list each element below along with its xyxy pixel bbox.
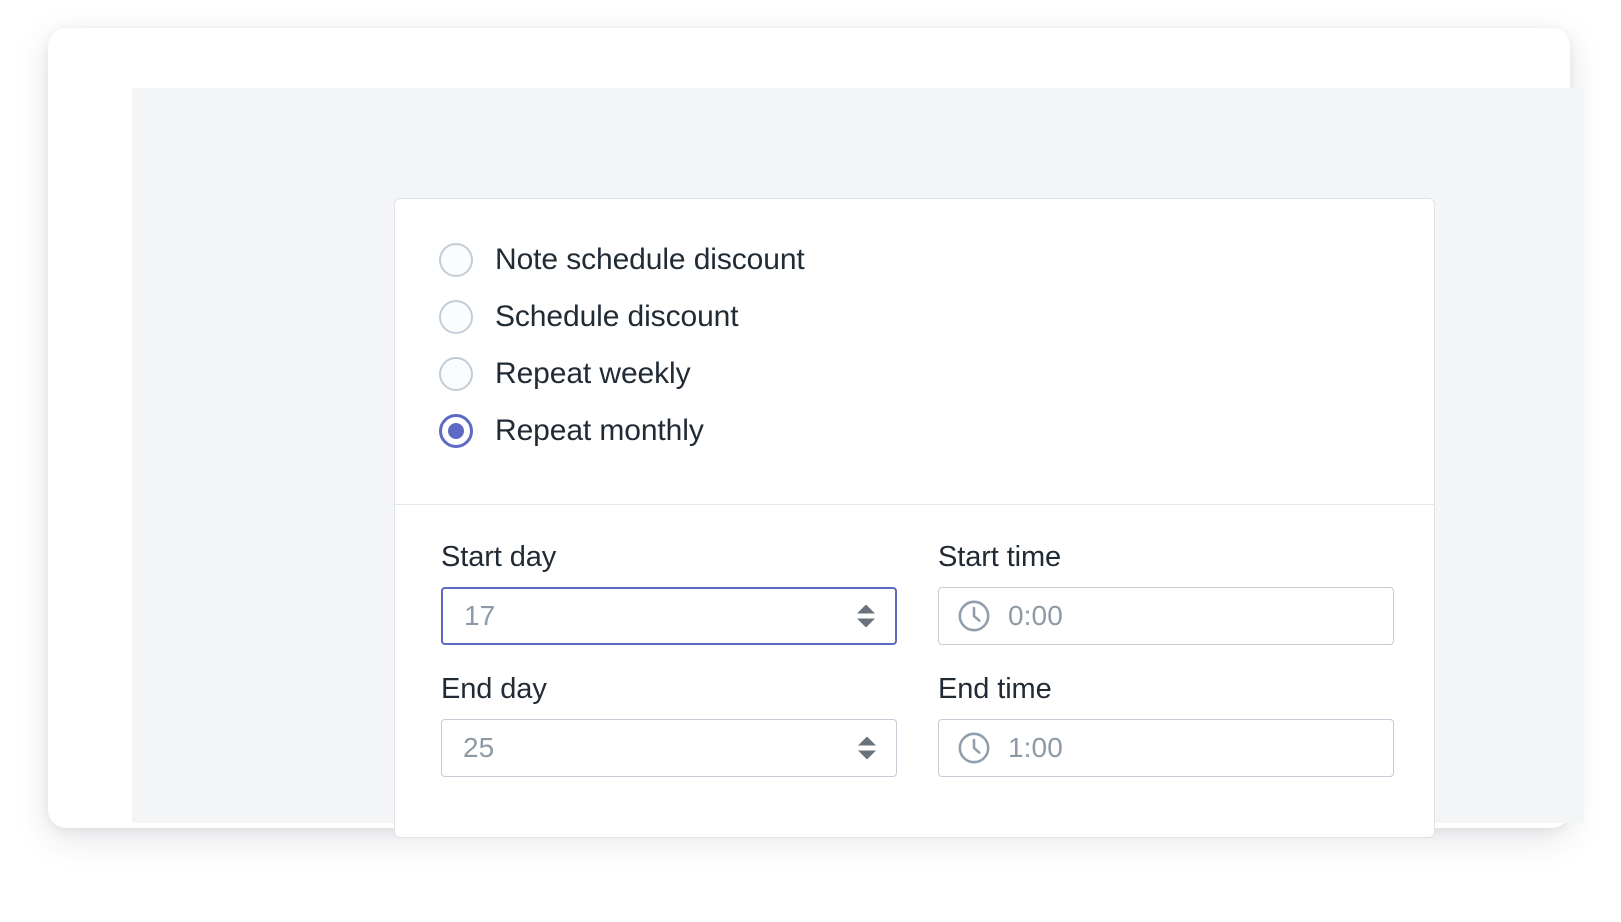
start-day-input[interactable]: 17 [441, 587, 897, 645]
app-window: Note schedule discount Schedule discount… [48, 28, 1584, 838]
clock-icon [958, 600, 990, 632]
radio-icon-unselected[interactable] [439, 242, 473, 277]
start-day-value: 17 [464, 600, 496, 631]
radio-option-label: Repeat weekly [495, 356, 691, 390]
end-time-input[interactable]: 1:00 [938, 719, 1394, 777]
end-day-input[interactable]: 25 [441, 719, 897, 777]
schedule-option-radio-group: Note schedule discount Schedule discount… [395, 199, 1434, 459]
radio-option-repeat-weekly[interactable]: Repeat weekly [439, 345, 1434, 402]
chevron-up-icon[interactable] [857, 604, 875, 614]
content-panel: Note schedule discount Schedule discount… [132, 88, 1584, 838]
field-start-day: Start day 17 [441, 539, 897, 645]
radio-option-label: Repeat monthly [495, 413, 704, 447]
schedule-fields: Start day 17 Start time 0:00 End day 25 … [441, 539, 1394, 777]
field-end-time: End time 1:00 [938, 671, 1394, 777]
end-time-value: 1:00 [1008, 732, 1063, 763]
start-time-input[interactable]: 0:00 [938, 587, 1394, 645]
radio-option-label: Note schedule discount [495, 242, 805, 276]
field-end-day: End day 25 [441, 671, 897, 777]
end-day-value: 25 [463, 732, 495, 763]
chevron-down-icon[interactable] [857, 618, 875, 628]
field-row-start: Start day 17 Start time 0:00 [441, 539, 1394, 645]
start-time-value: 0:00 [1008, 600, 1063, 631]
radio-option-label: Schedule discount [495, 299, 739, 333]
end-time-label: End time [938, 673, 1052, 705]
radio-icon-unselected[interactable] [439, 356, 473, 391]
clock-icon [958, 732, 990, 764]
start-day-label: Start day [441, 541, 557, 573]
start-day-stepper[interactable] [857, 604, 875, 628]
radio-option-schedule-discount[interactable]: Schedule discount [439, 288, 1434, 345]
radio-icon-selected[interactable] [439, 413, 473, 448]
field-start-time: Start time 0:00 [938, 539, 1394, 645]
radio-icon-unselected[interactable] [439, 299, 473, 334]
end-day-label: End day [441, 673, 547, 705]
discount-schedule-card: Note schedule discount Schedule discount… [394, 198, 1435, 838]
chevron-up-icon[interactable] [858, 736, 876, 746]
radio-option-note-schedule-discount[interactable]: Note schedule discount [439, 231, 1434, 288]
section-divider [395, 504, 1434, 505]
chevron-down-icon[interactable] [858, 750, 876, 760]
end-day-stepper[interactable] [858, 736, 876, 760]
field-row-end: End day 25 End time 1:00 [441, 671, 1394, 777]
radio-option-repeat-monthly[interactable]: Repeat monthly [439, 402, 1434, 459]
start-time-label: Start time [938, 541, 1062, 573]
